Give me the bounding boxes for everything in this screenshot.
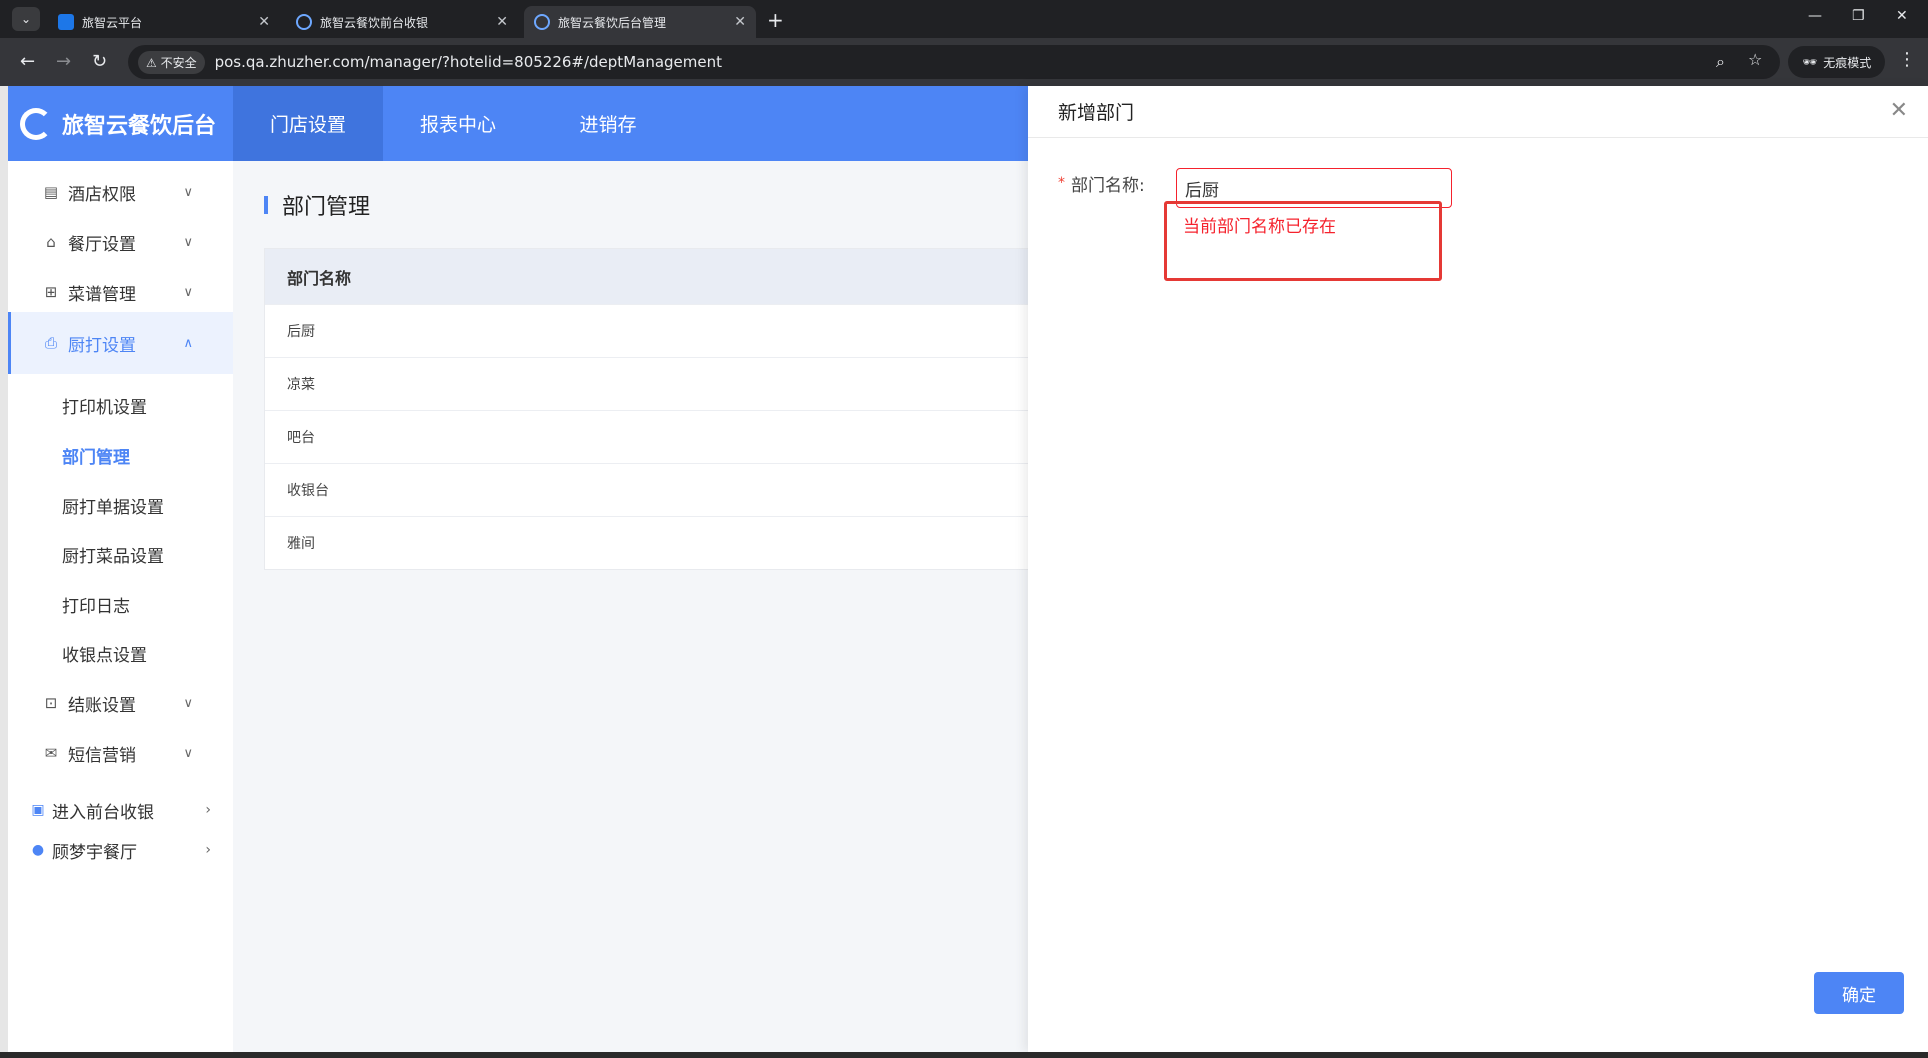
tab-search-button[interactable]: ⌄ xyxy=(12,7,40,31)
address-bar[interactable]: ⚠ 不安全 pos.qa.zhuzher.com/manager/?hoteli… xyxy=(128,45,1780,79)
chevron-down-icon: ∨ xyxy=(183,695,193,711)
bookmark-star-icon[interactable]: ☆ xyxy=(1748,50,1762,69)
drawer-title: 新增部门 xyxy=(1028,86,1928,138)
close-tab-icon[interactable]: ✕ xyxy=(496,14,508,30)
grid-icon: ⊞ xyxy=(44,283,58,301)
chevron-down-icon: ∨ xyxy=(183,184,193,200)
browser-tab-bar: ⌄ 旅智云平台 ✕ 旅智云餐饮前台收银 ✕ 旅智云餐饮后台管理 ✕ + — ❐ … xyxy=(0,0,1928,38)
sidebar-link-front-cashier[interactable]: ▣ 进入前台收银 › xyxy=(8,790,233,830)
browser-toolbar: ← → ↻ ⚠ 不安全 pos.qa.zhuzher.com/manager/?… xyxy=(0,38,1928,86)
tab-favicon-icon xyxy=(296,14,312,30)
sidebar: ▤ 酒店权限 ∨ ⌂ 餐厅设置 ∨ ⊞ 菜谱管理 ∨ ⎙ 厨打设置 ∧ 打印机设… xyxy=(8,161,233,1052)
tab-favicon-icon xyxy=(58,14,74,30)
checkout-icon: ⊡ xyxy=(44,694,58,712)
printer-icon: ⎙ xyxy=(44,334,57,352)
sidebar-group-kitchen-print[interactable]: ⎙ 厨打设置 ∧ xyxy=(8,312,233,374)
mail-icon: ✉ xyxy=(44,744,58,762)
sidebar-group-label: 酒店权限 xyxy=(68,184,136,205)
browser-tab[interactable]: 旅智云平台 ✕ xyxy=(48,6,280,38)
monitor-icon: ▣ xyxy=(31,802,45,818)
forward-icon[interactable]: → xyxy=(56,51,71,72)
sidebar-group-label: 菜谱管理 xyxy=(68,284,136,305)
close-icon[interactable]: ✕ xyxy=(1890,98,1908,123)
sidebar-group-label: 结账设置 xyxy=(68,695,136,716)
sidebar-group-label: 餐厅设置 xyxy=(68,234,136,255)
sidebar-group-sms-marketing[interactable]: ✉ 短信营销 ∨ xyxy=(8,722,233,784)
page-title-text: 部门管理 xyxy=(282,195,371,220)
tab-title: 旅智云平台 xyxy=(82,15,143,30)
sidebar-group-label: 短信营销 xyxy=(68,745,136,766)
reload-icon[interactable]: ↻ xyxy=(92,51,107,72)
confirm-button[interactable]: 确定 xyxy=(1814,972,1904,1014)
restore-icon[interactable]: ❐ xyxy=(1852,8,1865,24)
more-menu-icon[interactable]: ⋮ xyxy=(1898,49,1916,70)
incognito-label: 无痕模式 xyxy=(1823,55,1872,70)
logo-text: 旅智云餐饮后台 xyxy=(62,113,217,139)
url-text: pos.qa.zhuzher.com/manager/?hotelid=8052… xyxy=(214,53,723,71)
topnav-report-center[interactable]: 报表中心 xyxy=(383,86,533,161)
browser-tab-active[interactable]: 旅智云餐饮后台管理 ✕ xyxy=(524,6,756,38)
location-pin-icon: ● xyxy=(31,842,45,858)
back-icon[interactable]: ← xyxy=(20,51,35,72)
sidebar-link-label: 进入前台收银 xyxy=(52,802,154,823)
sidebar-link-label: 顾梦宇餐厅 xyxy=(52,842,137,863)
highlight-annotation-box xyxy=(1164,201,1442,281)
close-window-icon[interactable]: ✕ xyxy=(1896,8,1908,24)
sidebar-group-label: 厨打设置 xyxy=(68,335,136,356)
logo-icon xyxy=(20,107,52,140)
building-icon: ▤ xyxy=(43,183,59,201)
close-tab-icon[interactable]: ✕ xyxy=(258,14,270,30)
required-mark: * xyxy=(1058,175,1065,191)
chevron-right-icon: › xyxy=(205,802,211,818)
title-accent-bar xyxy=(264,196,268,214)
tab-title: 旅智云餐饮前台收银 xyxy=(320,15,429,30)
page-title: 部门管理 xyxy=(264,189,370,221)
tab-title: 旅智云餐饮后台管理 xyxy=(558,15,667,30)
topnav-inventory[interactable]: 进销存 xyxy=(533,86,683,161)
chevron-up-icon: ∧ xyxy=(183,335,193,351)
close-tab-icon[interactable]: ✕ xyxy=(734,14,746,30)
chevron-down-icon: ∨ xyxy=(183,234,193,250)
add-dept-drawer: 新增部门 ✕ * 部门名称: 当前部门名称已存在 确定 xyxy=(1028,86,1928,1052)
sidebar-link-restaurant[interactable]: ● 顾梦宇餐厅 › xyxy=(8,830,233,870)
dish-cover-icon: ⌂ xyxy=(46,233,56,251)
security-badge[interactable]: ⚠ 不安全 xyxy=(138,50,205,74)
browser-tab[interactable]: 旅智云餐饮前台收银 ✕ xyxy=(286,6,518,38)
chevron-right-icon: › xyxy=(205,842,211,858)
app-logo[interactable]: 旅智云餐饮后台 xyxy=(8,86,233,161)
security-label: 不安全 xyxy=(160,55,197,70)
incognito-badge[interactable]: 🕶 无痕模式 xyxy=(1788,46,1886,78)
taskbar xyxy=(0,1052,1928,1058)
minimize-icon[interactable]: — xyxy=(1808,8,1822,24)
incognito-icon: 🕶 xyxy=(1802,55,1818,69)
new-tab-icon[interactable]: + xyxy=(767,8,784,32)
window-edge xyxy=(0,86,8,1052)
topnav-store-settings[interactable]: 门店设置 xyxy=(233,86,383,161)
tab-favicon-icon xyxy=(534,14,550,30)
chevron-down-icon: ∨ xyxy=(183,745,193,761)
chevron-down-icon: ∨ xyxy=(183,284,193,300)
dept-name-label: 部门名称: xyxy=(1071,176,1145,196)
zoom-icon[interactable]: ⌕ xyxy=(1716,52,1725,72)
